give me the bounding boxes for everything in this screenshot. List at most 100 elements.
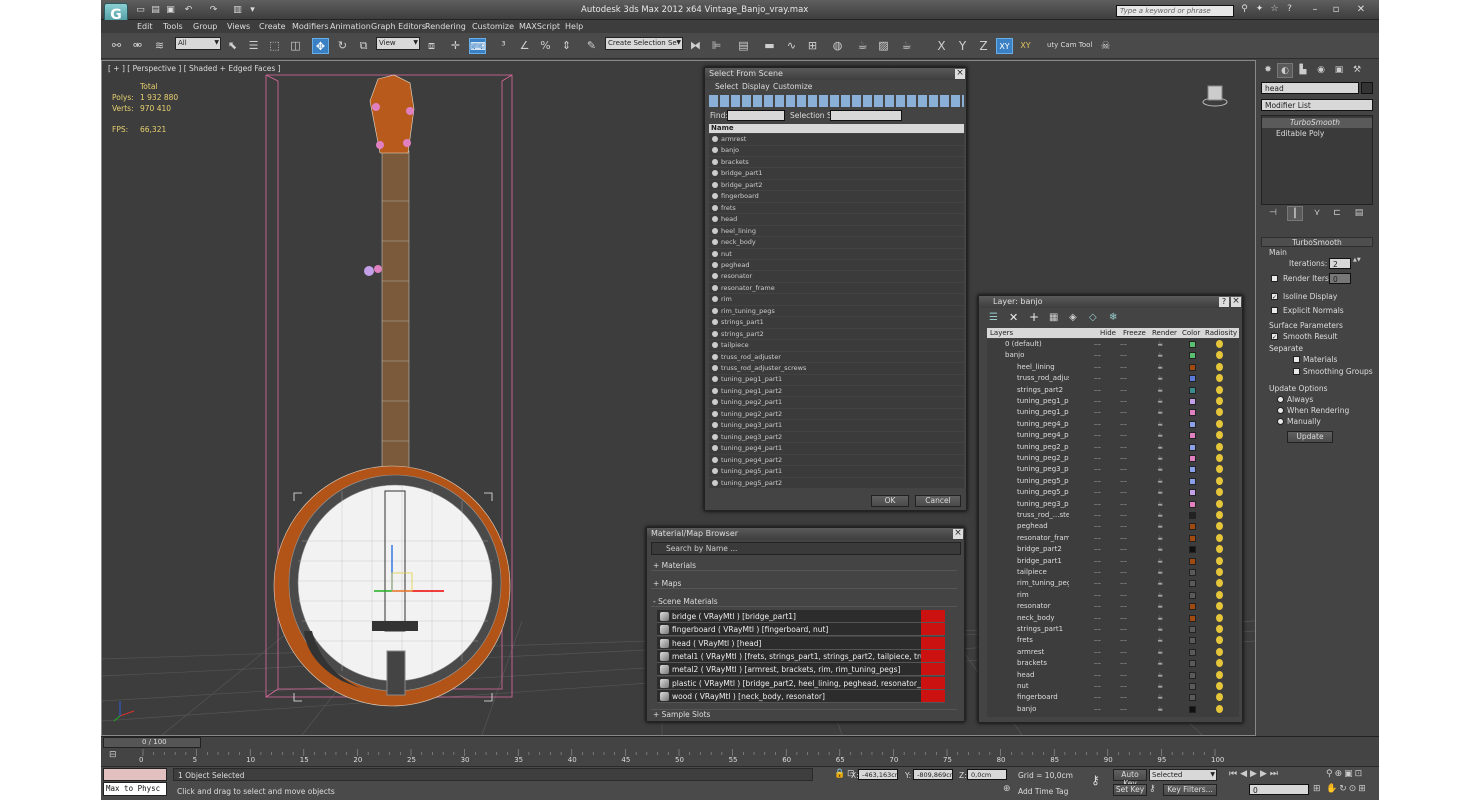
radiosity-bulb-icon[interactable] (1216, 613, 1223, 622)
scene-object-item[interactable]: tuning_peg2_part1 (709, 397, 964, 409)
create-tab-icon[interactable]: ✸ (1260, 63, 1276, 78)
freeze-toggle[interactable]: –– (1120, 362, 1127, 373)
layer-row[interactable]: tuning_peg5_pa –– –– ☕ (987, 476, 1239, 487)
motion-tab-icon[interactable]: ◉ (1313, 63, 1329, 78)
layer-color-swatch[interactable] (1189, 466, 1196, 474)
keyboard-shortcut-override-icon[interactable]: ⌨ (469, 38, 486, 54)
layer-row[interactable]: tuning_peg1_pa –– –– ☕ (987, 407, 1239, 418)
hide-toggle[interactable]: –– (1094, 567, 1101, 578)
select-by-name-icon[interactable]: ☰ (245, 38, 262, 54)
material-browser-close-button[interactable]: × (953, 529, 963, 539)
scene-object-item[interactable]: tuning_peg1_part2 (709, 386, 964, 398)
render-toggle-icon[interactable]: ☕ (1157, 476, 1163, 487)
layer-row[interactable]: neck_body –– –– ☕ (987, 613, 1239, 624)
edit-named-selection-icon[interactable]: ✎ (583, 38, 600, 54)
freeze-toggle[interactable]: –– (1120, 704, 1127, 715)
create-layer-icon[interactable]: ☰ (989, 312, 998, 323)
radiosity-bulb-icon[interactable] (1216, 408, 1223, 417)
scene-object-item[interactable]: tuning_peg2_part2 (709, 409, 964, 421)
banjo-model[interactable] (273, 74, 511, 707)
iterations-input[interactable]: 2 (1329, 258, 1351, 269)
name-column-header[interactable]: Name (709, 124, 964, 133)
rendered-frame-icon[interactable]: ▨ (875, 38, 892, 54)
modify-tab-icon[interactable]: ◐ (1277, 63, 1293, 78)
render-toggle-icon[interactable]: ☕ (1157, 362, 1163, 373)
scene-object-item[interactable]: tuning_peg3_part2 (709, 432, 964, 444)
layer-row[interactable]: banjo –– –– ☕ (987, 704, 1239, 715)
maps-group[interactable]: + Maps (651, 579, 957, 589)
viewport-nav-controls-2[interactable]: ✋↻⊙⊞ (1326, 784, 1368, 794)
axis-x-button[interactable]: X (933, 38, 950, 54)
layer-row[interactable]: fingerboard –– –– ☕ (987, 692, 1239, 703)
layer-row[interactable]: bridge_part2 –– –– ☕ (987, 544, 1239, 555)
scene-object-item[interactable]: banjo (709, 145, 964, 157)
coord-x-input[interactable]: -463,163cr (858, 769, 898, 780)
layer-row[interactable]: bridge_part1 –– –– ☕ (987, 556, 1239, 567)
selection-set-dropdown[interactable] (830, 110, 902, 121)
open-file-icon[interactable]: ▤ (149, 4, 162, 16)
scene-material-item[interactable]: plastic ( VRayMtl ) [bridge_part2, heel_… (657, 676, 945, 690)
freeze-toggle[interactable]: –– (1120, 590, 1127, 601)
freeze-toggle[interactable]: –– (1120, 476, 1127, 487)
radiosity-bulb-icon[interactable] (1216, 454, 1223, 462)
layer-row[interactable]: tuning_peg2_pa –– –– ☕ (987, 442, 1239, 453)
scene-object-item[interactable]: bridge_part1 (709, 168, 964, 180)
layer-color-swatch[interactable] (1189, 341, 1196, 348)
radiosity-bulb-icon[interactable] (1216, 636, 1223, 645)
render-toggle-icon[interactable]: ☕ (1157, 453, 1163, 464)
display-tab-icon[interactable]: ▣ (1331, 63, 1347, 78)
explicit-normals-checkbox[interactable] (1271, 307, 1278, 314)
spinner-snap-icon[interactable]: ⇕ (558, 38, 575, 54)
layer-color-swatch[interactable] (1189, 603, 1196, 611)
scene-object-item[interactable]: bridge_part2 (709, 180, 964, 192)
layer-color-swatch[interactable] (1189, 580, 1196, 588)
select-object-icon[interactable]: ⬉ (224, 38, 241, 54)
select-cancel-button[interactable]: Cancel (915, 495, 961, 507)
time-slider[interactable]: 0 / 100 (103, 737, 201, 748)
freeze-toggle[interactable]: –– (1120, 567, 1127, 578)
auto-key-button[interactable]: Auto Key (1113, 769, 1147, 788)
layer-row[interactable]: armrest –– –– ☕ (987, 647, 1239, 658)
radiosity-bulb-icon[interactable] (1216, 602, 1223, 611)
select-dialog-filter-toolbar[interactable] (709, 95, 964, 107)
hide-toggle[interactable]: –– (1094, 396, 1101, 407)
isoline-display-checkbox[interactable] (1271, 293, 1278, 301)
layer-color-swatch[interactable] (1189, 557, 1196, 565)
layer-color-swatch[interactable] (1189, 626, 1196, 633)
smooth-result-checkbox[interactable] (1271, 333, 1278, 341)
col-hide[interactable]: Hide (1100, 329, 1116, 337)
redo-icon[interactable]: ↷ (207, 4, 220, 16)
layer-row[interactable]: tuning_peg3_pa –– –– ☕ (987, 499, 1239, 510)
layer-color-swatch[interactable] (1189, 591, 1196, 599)
playback-controls[interactable]: ⏮◀▶▶⏭ (1229, 769, 1281, 779)
layer-color-swatch[interactable] (1189, 409, 1196, 417)
lock-selection-icon[interactable]: 🔒 (834, 769, 845, 779)
menu-create[interactable]: Create (259, 22, 286, 31)
turbosmooth-rollout-header[interactable]: TurboSmooth (1261, 237, 1373, 247)
keyword-search-input[interactable]: Type a keyword or phrase (1116, 5, 1234, 17)
camera-tool-icon[interactable]: ☠ (1097, 38, 1114, 54)
layer-color-swatch[interactable] (1189, 648, 1196, 656)
subscription-icon[interactable]: ✦ (1253, 3, 1266, 16)
radiosity-bulb-icon[interactable] (1216, 693, 1223, 702)
scene-material-item[interactable]: bridge ( VRayMtl ) [bridge_part1] (657, 610, 945, 623)
hide-toggle[interactable]: –– (1094, 578, 1101, 589)
freeze-toggle[interactable]: –– (1120, 670, 1127, 681)
scene-object-item[interactable]: truss_rod_adjuster (709, 352, 964, 364)
freeze-toggle[interactable]: –– (1120, 624, 1127, 635)
freeze-toggle[interactable]: –– (1120, 692, 1127, 703)
render-toggle-icon[interactable]: ☕ (1157, 681, 1163, 692)
hide-toggle[interactable]: –– (1094, 362, 1101, 373)
radiosity-bulb-icon[interactable] (1216, 522, 1223, 531)
viewcube-icon[interactable] (1202, 83, 1228, 107)
radiosity-bulb-icon[interactable] (1216, 590, 1223, 599)
radiosity-bulb-icon[interactable] (1216, 682, 1223, 690)
selection-filter-dropdown[interactable]: All (175, 37, 221, 50)
hide-toggle[interactable]: –– (1094, 373, 1101, 384)
col-layers[interactable]: Layers (990, 329, 1013, 337)
layer-row[interactable]: tuning_peg3_pa –– –– ☕ (987, 464, 1239, 475)
render-toggle-icon[interactable]: ☕ (1157, 521, 1163, 532)
hide-toggle[interactable]: –– (1094, 635, 1101, 646)
freeze-all-layers-icon[interactable]: ❄ (1109, 312, 1117, 323)
scene-object-item[interactable]: tuning_peg5_part1 (709, 466, 964, 478)
